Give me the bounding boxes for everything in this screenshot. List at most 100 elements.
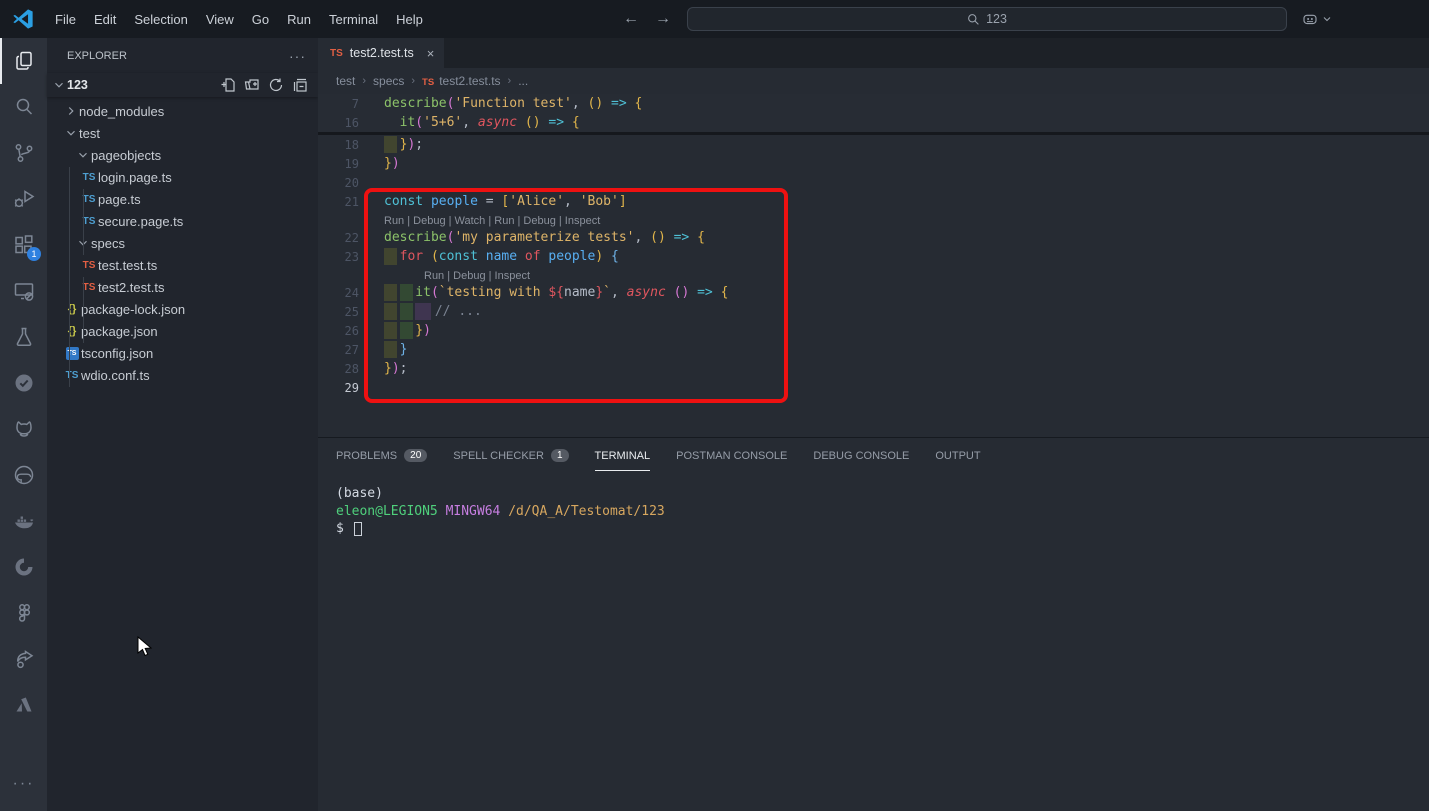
menu-go[interactable]: Go: [243, 8, 278, 31]
code-text: describe('my parameterize tests', () => …: [384, 228, 1429, 247]
collapse-all-icon[interactable]: [292, 77, 308, 93]
tree-item-label: package.json: [81, 324, 158, 339]
activity-run-debug-icon[interactable]: [0, 176, 47, 222]
panel-tab-terminal[interactable]: TERMINAL: [595, 438, 651, 473]
file-tree: node_modulestest pageobjectsTSlogin.page.…: [47, 97, 318, 386]
tree-item-label: page.ts: [98, 192, 141, 207]
tree-item-test[interactable]: test: [47, 122, 318, 144]
workspace-section-header[interactable]: 123: [47, 73, 318, 97]
tab-close-icon[interactable]: ×: [427, 46, 435, 61]
breadcrumb-item[interactable]: test: [336, 74, 355, 88]
indent-highlight-block: [415, 303, 431, 320]
menu-run[interactable]: Run: [278, 8, 320, 31]
indent-guide: [69, 167, 70, 387]
terminal[interactable]: (base) eleon@LEGION5 MINGW64 /d/QA_A/Tes…: [318, 473, 1429, 538]
explorer-more-icon[interactable]: ···: [289, 48, 306, 64]
braces-icon: {}: [63, 303, 81, 315]
tree-item-package-lock-json[interactable]: {}package-lock.json: [47, 298, 318, 320]
activity-source-control-icon[interactable]: [0, 130, 47, 176]
activity-remote-explorer-icon[interactable]: [0, 268, 47, 314]
line-number: 18: [318, 138, 384, 152]
tree-item-node-modules[interactable]: node_modules: [47, 100, 318, 122]
terminal-line: (base): [336, 485, 1429, 503]
activity-extensions-icon[interactable]: 1: [0, 222, 47, 268]
indent-highlight-block: [400, 322, 413, 339]
breadcrumb-item[interactable]: specs: [373, 74, 404, 88]
panel-tab-spell-checker[interactable]: SPELL CHECKER1: [453, 438, 568, 473]
tree-item-secure-page-ts[interactable]: TSsecure.page.ts: [47, 210, 318, 232]
tree-item-wdio-conf-ts[interactable]: TSwdio.conf.ts: [47, 364, 318, 386]
menu-help[interactable]: Help: [387, 8, 432, 31]
activity-search-icon[interactable]: [0, 84, 47, 130]
tree-item-label: test2.test.ts: [98, 280, 164, 295]
panel-tab-label: DEBUG CONSOLE: [813, 440, 909, 471]
code-text: }): [384, 154, 1429, 173]
panel-tab-output[interactable]: OUTPUT: [935, 438, 980, 473]
activity-docker-icon[interactable]: [0, 498, 47, 544]
activity-testing-icon[interactable]: [0, 314, 47, 360]
menu-file[interactable]: File: [46, 8, 85, 31]
code-line-28: 28});: [318, 359, 1429, 378]
copilot-menu[interactable]: [1301, 10, 1333, 28]
activity-github-icon[interactable]: [0, 452, 47, 498]
menu-terminal[interactable]: Terminal: [320, 8, 387, 31]
indent-highlight-block: [384, 303, 397, 320]
tree-item-page-ts[interactable]: TSpage.ts: [47, 188, 318, 210]
activity-circle-notch-icon[interactable]: [0, 544, 47, 590]
activity-explorer-icon[interactable]: [0, 38, 47, 84]
tree-item-login-page-ts[interactable]: TSlogin.page.ts: [47, 166, 318, 188]
ts-orange-icon: TS: [80, 260, 98, 271]
code-lines: 18});19})2021const people = ['Alice', 'B…: [318, 135, 1429, 397]
indent-guide: [83, 277, 84, 343]
braces-icon: {}: [63, 325, 81, 337]
tree-item-test-test-ts[interactable]: TStest.test.ts: [47, 254, 318, 276]
tree-item-tsconfig-json[interactable]: TStsconfig.json: [47, 342, 318, 364]
panel-tab-debug-console[interactable]: DEBUG CONSOLE: [813, 438, 909, 473]
tab-test2-test-ts[interactable]: TS test2.test.ts ×: [318, 38, 444, 68]
panel-tab-postman-console[interactable]: POSTMAN CONSOLE: [676, 438, 787, 473]
command-center-search[interactable]: 123: [687, 7, 1287, 31]
indent-highlight-block: [384, 341, 397, 358]
menu-view[interactable]: View: [197, 8, 243, 31]
code-line-29: 29: [318, 378, 1429, 397]
activity-check-circle-icon[interactable]: [0, 360, 47, 406]
panel-tab-problems[interactable]: PROBLEMS20: [336, 438, 427, 473]
panel-tab-label: OUTPUT: [935, 440, 980, 471]
menu-selection[interactable]: Selection: [125, 8, 196, 31]
indent-highlight-block: [400, 284, 413, 301]
code-editor[interactable]: 7describe('Function test', () => {16it('…: [318, 94, 1429, 437]
codelens-actions[interactable]: Run | Debug | Watch | Run | Debug | Insp…: [384, 215, 600, 228]
new-file-icon[interactable]: [220, 77, 236, 93]
activity-cat-icon[interactable]: [0, 406, 47, 452]
refresh-icon[interactable]: [268, 77, 284, 93]
new-folder-icon[interactable]: [244, 77, 260, 93]
copilot-icon: [1301, 10, 1319, 28]
codelens-row: Run | Debug | Watch | Run | Debug | Insp…: [318, 211, 1429, 228]
line-number: 29: [318, 381, 384, 395]
activity-azure-icon[interactable]: [0, 682, 47, 728]
code-text: }: [384, 340, 1429, 359]
tree-item-label: wdio.conf.ts: [81, 368, 150, 383]
nav-forward-icon[interactable]: →: [651, 10, 675, 28]
activity-more-icon[interactable]: ···: [13, 775, 35, 793]
line-number: 24: [318, 286, 384, 300]
activity-share-icon[interactable]: [0, 636, 47, 682]
codelens-actions[interactable]: Run | Debug | Inspect: [384, 270, 530, 283]
tree-item-label: test.test.ts: [98, 258, 157, 273]
code-line-7: 7describe('Function test', () => {: [318, 94, 1429, 113]
tree-item-specs[interactable]: specs: [47, 232, 318, 254]
workspace-name: 123: [67, 78, 88, 92]
vscode-window: FileEditSelectionViewGoRunTerminalHelp ←…: [0, 0, 1429, 811]
chevron-right-icon: [63, 103, 79, 119]
tree-item-package-json[interactable]: {}package.json: [47, 320, 318, 342]
menu-edit[interactable]: Edit: [85, 8, 125, 31]
codelens-row: Run | Debug | Inspect: [318, 266, 1429, 283]
tree-item-label: test: [79, 126, 100, 141]
tree-item-test2-test-ts[interactable]: TStest2.test.ts: [47, 276, 318, 298]
breadcrumb-item[interactable]: ...: [518, 74, 528, 88]
tree-item-pageobjects[interactable]: pageobjects: [47, 144, 318, 166]
activity-figma-icon[interactable]: [0, 590, 47, 636]
panel-tab-badge: 1: [551, 449, 569, 462]
breadcrumb-item[interactable]: TStest2.test.ts: [422, 74, 501, 88]
nav-back-icon[interactable]: ←: [619, 10, 643, 28]
